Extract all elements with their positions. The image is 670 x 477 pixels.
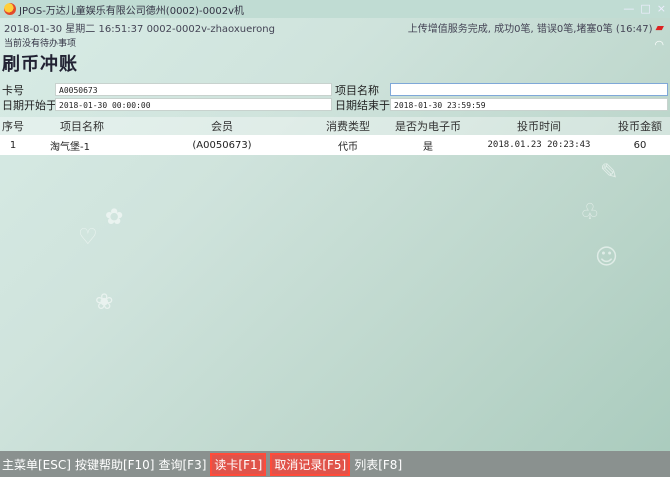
records-table: 序号 项目名称 会员 消费类型 是否为电子币 投币时间 投币金额 1 淘气堡-1…	[0, 117, 670, 155]
col-header-time[interactable]: 投币时间	[468, 118, 610, 134]
todo-notice: 当前没有待办事项	[4, 39, 77, 49]
item-name-label: 项目名称	[335, 84, 379, 97]
minimize-button[interactable]: —	[623, 2, 634, 15]
pencil-doodle-icon: ✎	[600, 160, 619, 185]
upload-status-text: 上传增值服务完成, 成功0笔, 错误0笔,堵塞0笔 (16:47)	[407, 23, 653, 35]
table-row[interactable]: 1 淘气堡-1 (A0050673) 代币 是 2018.01.23 20:23…	[0, 135, 670, 155]
col-header-member[interactable]: 会员	[136, 118, 308, 134]
query-button[interactable]: 查询[F3]	[157, 456, 209, 473]
end-date-label: 日期结束于	[335, 99, 390, 112]
cell-type: 代币	[338, 141, 358, 153]
status-bar: 2018-01-30 星期二 16:51:37 0002-0002v-zhaox…	[0, 19, 670, 35]
page-title: 刷币冲账	[2, 54, 78, 75]
cell-item: 淘气堡-1	[50, 141, 90, 153]
upload-status: 上传增值服务完成, 成功0笔, 错误0笔,堵塞0笔 (16:47) ▰	[408, 20, 664, 35]
cancel-record-button[interactable]: 取消记录[F5]	[270, 452, 351, 476]
cell-index: 1	[9, 139, 17, 151]
help-button[interactable]: 按键帮助[F10]	[73, 456, 157, 473]
fruit-doodle-icon: ♧	[580, 200, 600, 225]
cell-time: 2018.01.23 20:23:43	[487, 140, 591, 150]
col-header-index[interactable]: 序号	[0, 118, 26, 134]
main-menu-button[interactable]: 主菜单[ESC]	[0, 456, 73, 473]
col-header-item[interactable]: 项目名称	[26, 118, 136, 134]
item-name-field[interactable]	[390, 83, 668, 96]
start-date-label: 日期开始于	[2, 99, 57, 112]
cell-amount: 60	[633, 139, 647, 151]
cat-doodle-icon: ☺	[595, 245, 618, 270]
table-header: 序号 项目名称 会员 消费类型 是否为电子币 投币时间 投币金额	[0, 117, 670, 135]
form-row-dates: 日期开始于 2018-01-30 00:00:00 日期结束于 2018-01-…	[0, 98, 670, 113]
wifi-icon: ◠	[654, 38, 664, 51]
col-header-amount[interactable]: 投币金额	[610, 118, 670, 134]
flag-icon: ▰	[655, 20, 664, 34]
end-date-field[interactable]: 2018-01-30 23:59:59	[390, 98, 668, 111]
col-header-type[interactable]: 消费类型	[308, 118, 388, 134]
window-title: JPOS-万达儿童娱乐有限公司德州(0002)-0002v机	[19, 5, 245, 17]
card-label: 卡号	[2, 84, 24, 97]
app-logo-icon	[4, 3, 16, 15]
read-card-button[interactable]: 读卡[F1]	[210, 452, 267, 476]
cell-ecoin: 是	[423, 141, 433, 153]
leaf-doodle-icon: ✿	[105, 205, 124, 230]
shortcut-bar: 主菜单[ESC] 按键帮助[F10] 查询[F3] 读卡[F1] 取消记录[F5…	[0, 451, 670, 477]
col-header-ecoin[interactable]: 是否为电子币	[388, 118, 468, 134]
form-row-card: 卡号 A0050673 项目名称	[0, 83, 670, 98]
session-info: 2018-01-30 星期二 16:51:37 0002-0002v-zhaox…	[4, 23, 275, 35]
window-controls: — □ ×	[623, 2, 666, 15]
cell-member: (A0050673)	[192, 139, 252, 151]
start-date-field[interactable]: 2018-01-30 00:00:00	[55, 98, 332, 111]
title-bar: JPOS-万达儿童娱乐有限公司德州(0002)-0002v机 — □ ×	[0, 0, 670, 18]
close-button[interactable]: ×	[657, 2, 666, 15]
maximize-button[interactable]: □	[640, 2, 650, 15]
flower-doodle-icon: ❀	[95, 290, 114, 315]
card-number-field[interactable]: A0050673	[55, 83, 332, 96]
apple-doodle-icon: ♡	[78, 225, 98, 250]
list-button[interactable]: 列表[F8]	[352, 456, 404, 473]
